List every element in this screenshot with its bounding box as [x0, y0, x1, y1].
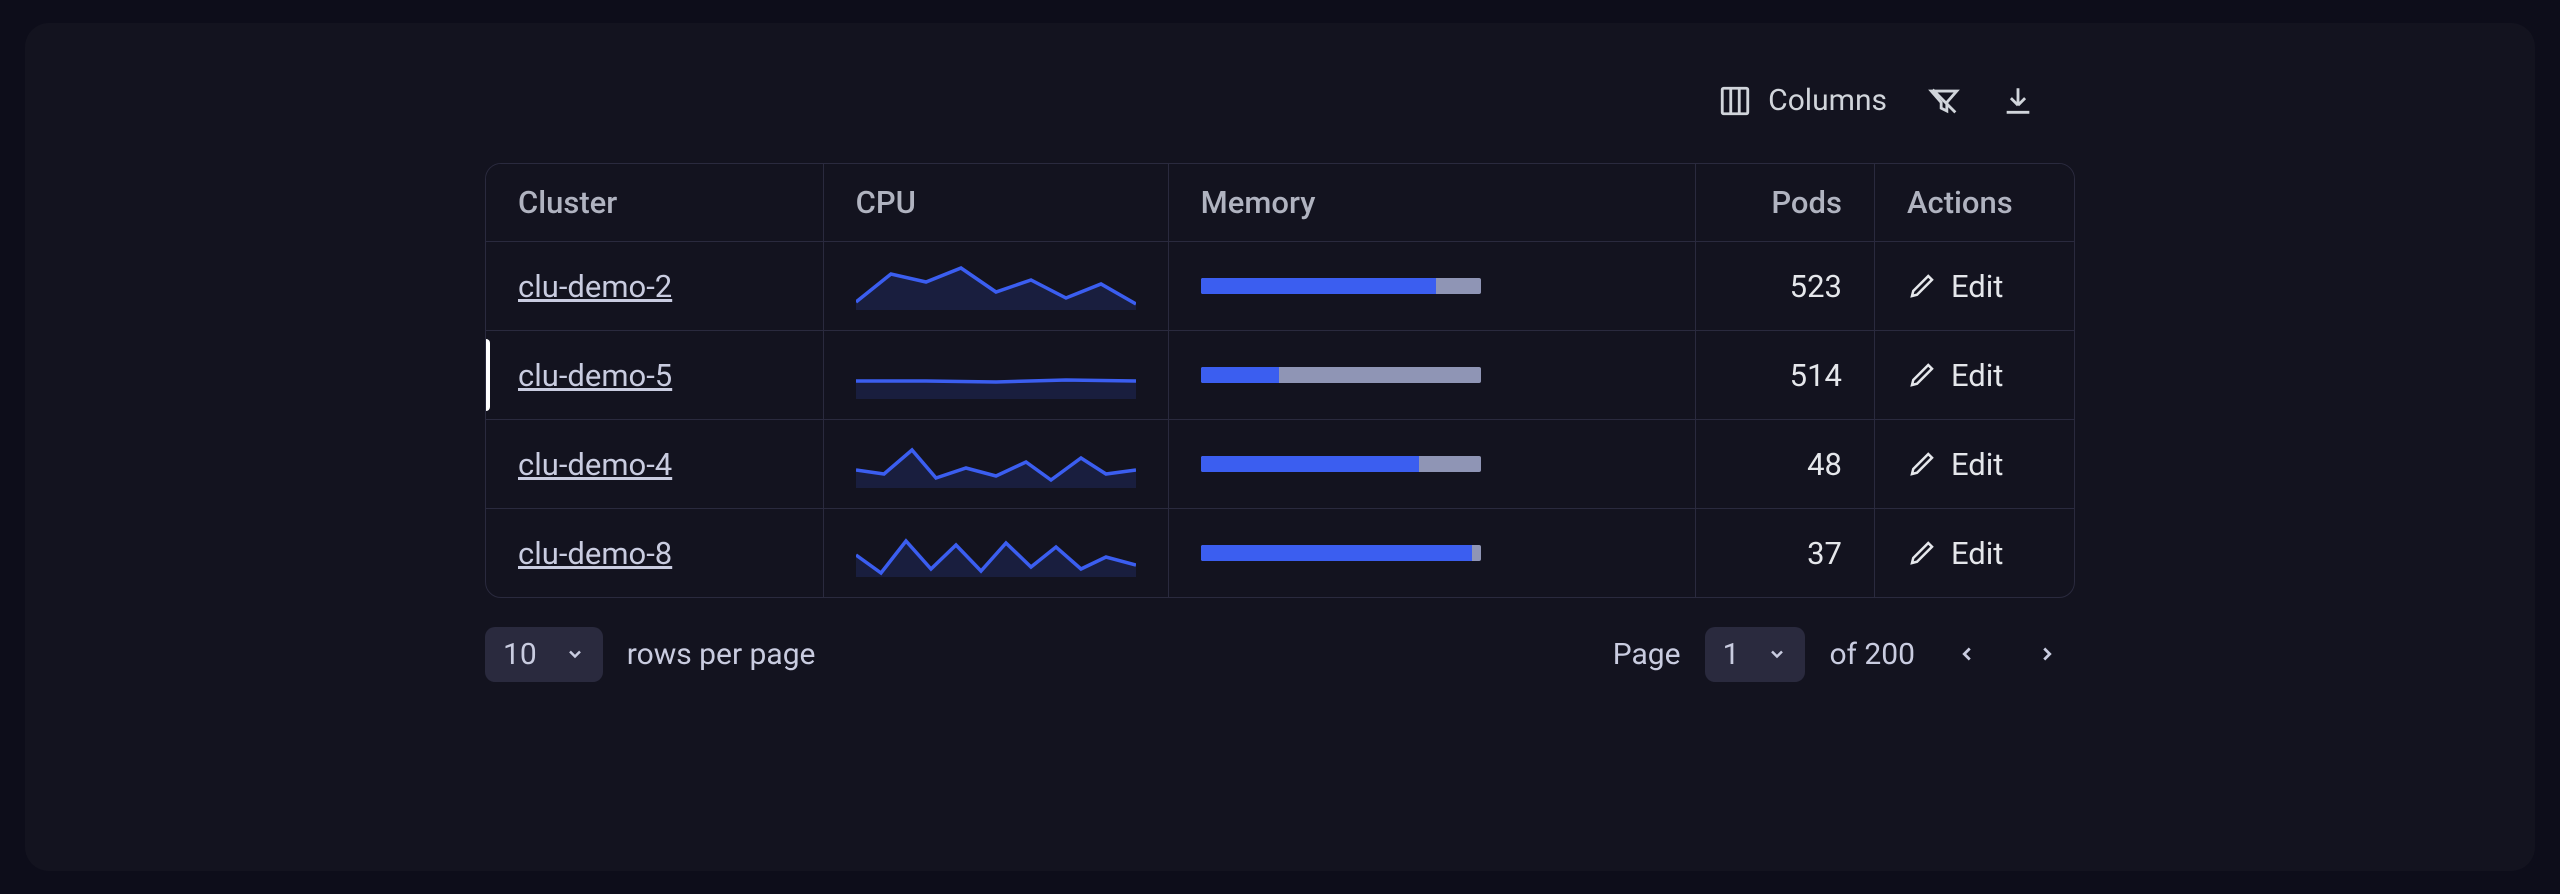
columns-label: Columns	[1768, 83, 1887, 118]
pencil-icon	[1907, 360, 1937, 390]
edit-label: Edit	[1951, 357, 2004, 394]
pods-value: 523	[1695, 242, 1874, 331]
edit-button[interactable]: Edit	[1907, 446, 2042, 483]
data-table: Cluster CPU Memory Pods Actions clu-demo…	[485, 163, 2075, 598]
memory-bar	[1168, 509, 1695, 598]
cluster-link[interactable]: clu-demo-4	[518, 446, 672, 483]
rows-per-page-select[interactable]: 10	[485, 627, 603, 682]
table-row: clu-demo-5 514 Edit	[486, 331, 2074, 420]
download-button[interactable]	[2001, 84, 2035, 118]
chevron-down-icon	[1767, 644, 1787, 664]
cpu-sparkline	[823, 331, 1168, 420]
memory-bar	[1168, 420, 1695, 509]
page-value: 1	[1723, 637, 1740, 672]
table-header-row: Cluster CPU Memory Pods Actions	[486, 164, 2074, 242]
page-select[interactable]: 1	[1705, 627, 1806, 682]
pencil-icon	[1907, 449, 1937, 479]
card-container: Columns Cluster CPU Memory Pods Actions	[25, 23, 2535, 871]
col-header-pods[interactable]: Pods	[1695, 164, 1874, 242]
pods-value: 48	[1695, 420, 1874, 509]
pencil-icon	[1907, 271, 1937, 301]
page-of-label: of 200	[1829, 637, 1915, 672]
table-row: clu-demo-4 48 Edit	[486, 420, 2074, 509]
next-page-button[interactable]	[2019, 626, 2075, 682]
cluster-link[interactable]: clu-demo-5	[518, 357, 672, 394]
pods-value: 37	[1695, 509, 1874, 598]
col-header-cluster[interactable]: Cluster	[486, 164, 823, 242]
filter-button[interactable]	[1927, 84, 1961, 118]
table-row: clu-demo-2 523 Edit	[486, 242, 2074, 331]
edit-label: Edit	[1951, 268, 2004, 305]
pencil-icon	[1907, 538, 1937, 568]
chevron-right-icon	[2036, 643, 2058, 665]
rows-per-page-value: 10	[503, 637, 537, 672]
table-toolbar: Columns	[1718, 83, 2035, 118]
col-header-memory[interactable]: Memory	[1168, 164, 1695, 242]
chevron-down-icon	[565, 644, 585, 664]
columns-button[interactable]: Columns	[1718, 83, 1887, 118]
prev-page-button[interactable]	[1939, 626, 1995, 682]
edit-button[interactable]: Edit	[1907, 357, 2042, 394]
cluster-link[interactable]: clu-demo-8	[518, 535, 672, 572]
chevron-left-icon	[1956, 643, 1978, 665]
download-icon	[2001, 84, 2035, 118]
cpu-sparkline	[823, 420, 1168, 509]
filter-off-icon	[1927, 84, 1961, 118]
cpu-sparkline	[823, 509, 1168, 598]
columns-icon	[1718, 84, 1752, 118]
pagination-bar: 10 rows per page Page 1 of 200	[485, 626, 2075, 682]
cpu-sparkline	[823, 242, 1168, 331]
rows-per-page-label: rows per page	[627, 637, 816, 672]
edit-button[interactable]: Edit	[1907, 268, 2042, 305]
col-header-actions: Actions	[1874, 164, 2074, 242]
col-header-cpu[interactable]: CPU	[823, 164, 1168, 242]
page-label: Page	[1613, 637, 1681, 672]
edit-label: Edit	[1951, 446, 2004, 483]
edit-button[interactable]: Edit	[1907, 535, 2042, 572]
memory-bar	[1168, 242, 1695, 331]
edit-label: Edit	[1951, 535, 2004, 572]
pods-value: 514	[1695, 331, 1874, 420]
cluster-link[interactable]: clu-demo-2	[518, 268, 672, 305]
memory-bar	[1168, 331, 1695, 420]
table-row: clu-demo-8 37 Edit	[486, 509, 2074, 598]
